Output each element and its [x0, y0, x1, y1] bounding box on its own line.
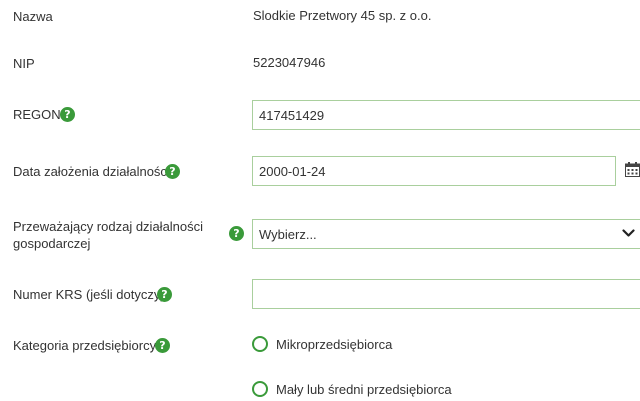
kategoria-option-msp-label[interactable]: Mały lub średni przedsiębiorca: [276, 382, 452, 397]
numer-krs-input[interactable]: [252, 279, 640, 309]
chevron-down-icon: [622, 229, 635, 237]
kategoria-label: Kategoria przedsiębiorcy: [13, 338, 157, 353]
rodzaj-dzialalnosci-label-line1: Przeważający rodzaj działalności: [13, 219, 204, 234]
regon-input[interactable]: [252, 100, 640, 130]
rodzaj-dzialalnosci-select[interactable]: Wybierz...: [252, 219, 640, 249]
kategoria-radio-mikro[interactable]: [252, 336, 268, 352]
regon-label: REGON: [13, 107, 61, 122]
rodzaj-dzialalnosci-label-line2: gospodarczej: [13, 236, 91, 251]
nazwa-value: Slodkie Przetwory 45 sp. z o.o.: [253, 8, 432, 23]
regon-help-icon[interactable]: ?: [60, 107, 75, 122]
kategoria-radio-msp[interactable]: [252, 381, 268, 397]
nip-label: NIP: [13, 56, 35, 71]
nazwa-label: Nazwa: [13, 9, 53, 24]
data-zalozenia-input[interactable]: [252, 156, 616, 186]
numer-krs-help-icon[interactable]: ?: [157, 287, 172, 302]
data-zalozenia-label: Data założenia działalności: [13, 164, 170, 179]
numer-krs-label: Numer KRS (jeśli dotyczy): [13, 287, 165, 302]
kategoria-help-icon[interactable]: ?: [155, 338, 170, 353]
kategoria-option-mikro-label[interactable]: Mikroprzedsiębiorca: [276, 337, 392, 352]
rodzaj-dzialalnosci-selected: Wybierz...: [259, 227, 317, 242]
rodzaj-dzialalnosci-help-icon[interactable]: ?: [229, 226, 244, 241]
calendar-icon[interactable]: [625, 162, 640, 177]
data-zalozenia-help-icon[interactable]: ?: [165, 164, 180, 179]
nip-value: 5223047946: [253, 55, 326, 70]
